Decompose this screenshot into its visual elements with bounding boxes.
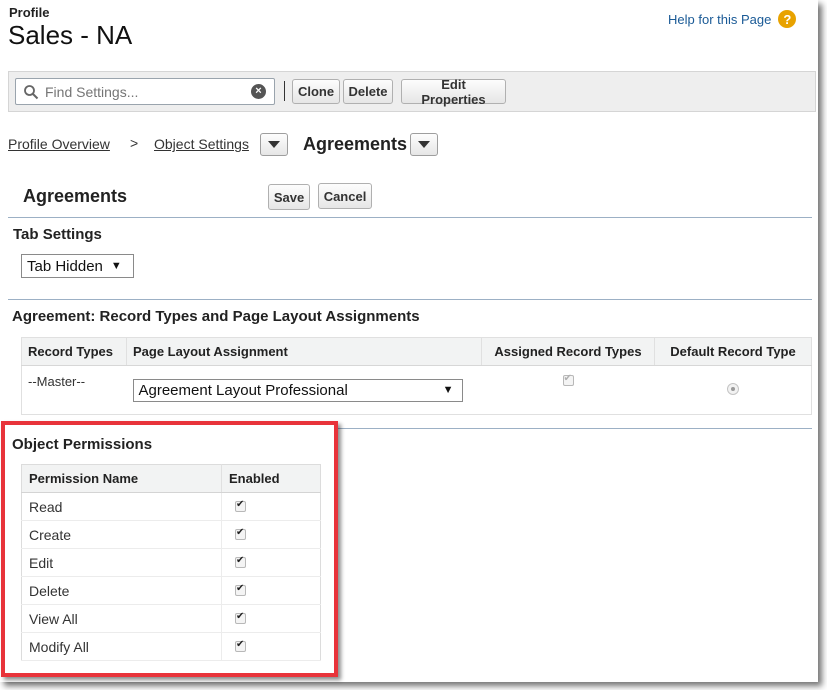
section-title: Agreements [23, 186, 128, 206]
column-header: Default Record Type [654, 337, 812, 366]
enabled-cell [221, 632, 321, 661]
column-header: Enabled [221, 464, 321, 493]
table-row: View All [21, 604, 321, 633]
table-header-row: Permission Name Enabled [21, 464, 321, 493]
enabled-checkbox[interactable] [235, 555, 246, 568]
column-header: Permission Name [21, 464, 222, 493]
save-button[interactable]: Save [268, 184, 310, 210]
enabled-cell [221, 520, 321, 549]
table-row: Modify All [21, 632, 321, 661]
default-cell [655, 366, 812, 415]
page-layout-select[interactable]: Agreement Layout Professional ▼ [132, 378, 463, 402]
help-link[interactable]: Help for this Page ? [668, 10, 797, 28]
breadcrumb-separator: > [130, 135, 139, 151]
cancel-button[interactable]: Cancel [318, 183, 372, 209]
tab-settings-select[interactable]: Tab Hidden ▼ [21, 254, 134, 278]
enabled-cell [221, 604, 321, 633]
toolbar-divider [284, 81, 285, 101]
tab-settings-value: Tab Hidden [27, 257, 103, 275]
column-header: Record Types [21, 337, 127, 366]
enabled-cell [221, 576, 321, 605]
page-title: Sales - NA [8, 20, 133, 50]
enabled-checkbox[interactable] [235, 639, 246, 652]
record-type-name: --Master-- [28, 374, 86, 389]
enabled-checkbox[interactable] [235, 583, 246, 596]
enabled-checkbox[interactable] [235, 499, 246, 512]
search-box[interactable]: × [15, 78, 275, 105]
table-row: Create [21, 520, 321, 549]
divider [8, 217, 812, 218]
permission-name: Modify All [21, 632, 222, 661]
table-row: Delete [21, 576, 321, 605]
chevron-down-icon [418, 141, 430, 148]
enabled-checkbox[interactable] [235, 611, 246, 624]
clone-button[interactable]: Clone [292, 79, 340, 104]
enabled-cell [221, 548, 321, 577]
page-frame: Profile Sales - NA Help for this Page ? … [0, 0, 818, 682]
table-row: Edit [21, 548, 321, 577]
table-header-row: Record Types Page Layout Assignment Assi… [21, 337, 812, 366]
breadcrumb-object-settings[interactable]: Object Settings [154, 136, 249, 152]
layout-cell: Agreement Layout Professional ▼ [127, 366, 482, 415]
edit-properties-button[interactable]: Edit Properties [401, 77, 506, 107]
profile-eyebrow: Profile [9, 5, 50, 20]
table-row: Read [21, 492, 321, 521]
enabled-cell [221, 492, 321, 521]
delete-button[interactable]: Delete [343, 79, 393, 104]
permission-name: Read [21, 492, 222, 521]
permission-name: Delete [21, 576, 222, 605]
permission-name: Edit [21, 548, 222, 577]
column-header: Page Layout Assignment [126, 337, 482, 366]
chevron-down-icon: ▼ [110, 260, 122, 272]
permission-name: View All [21, 604, 222, 633]
assigned-checkbox [562, 373, 574, 386]
tab-settings-title: Tab Settings [13, 226, 102, 243]
record-types-title: Agreement: Record Types and Page Layout … [12, 308, 420, 325]
column-header: Assigned Record Types [481, 337, 655, 366]
table-row: --Master-- Agreement Layout Professional… [22, 366, 812, 415]
chevron-down-icon [268, 141, 280, 148]
page-layout-value: Agreement Layout Professional [138, 381, 348, 399]
breadcrumb-current: Agreements [303, 134, 408, 154]
enabled-checkbox[interactable] [235, 527, 246, 540]
default-radio [726, 382, 739, 395]
search-icon [24, 84, 39, 99]
object-permissions-table: Permission Name Enabled Read Create Edit… [21, 464, 321, 661]
search-input[interactable] [43, 82, 237, 101]
assigned-cell [482, 366, 655, 415]
object-permissions-title: Object Permissions [12, 436, 153, 453]
permission-name: Create [21, 520, 222, 549]
object-settings-dropdown[interactable] [260, 133, 288, 156]
chevron-down-icon: ▼ [442, 384, 454, 396]
question-icon[interactable]: ? [778, 10, 797, 28]
breadcrumb-profile-overview[interactable]: Profile Overview [8, 136, 110, 152]
clear-search-icon[interactable]: × [251, 84, 266, 99]
divider [8, 299, 812, 300]
help-link-label[interactable]: Help for this Page [668, 12, 771, 27]
agreements-dropdown[interactable] [410, 133, 438, 156]
record-types-table: Record Types Page Layout Assignment Assi… [21, 337, 812, 415]
